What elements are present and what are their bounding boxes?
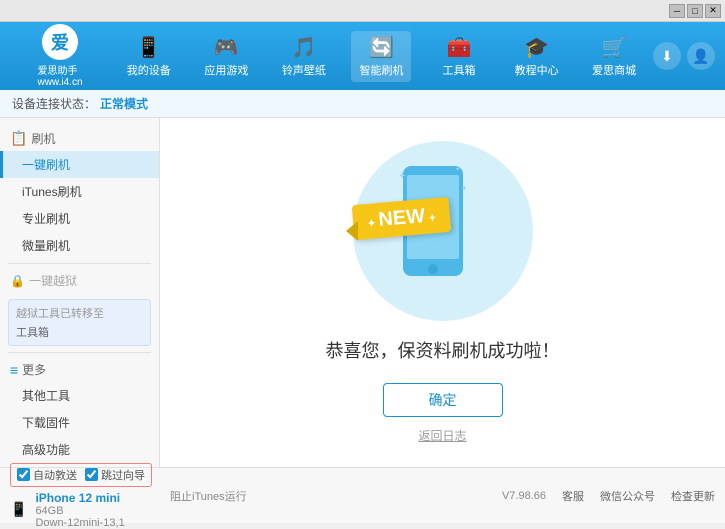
maximize-button[interactable]: □ — [687, 4, 703, 18]
user-button[interactable]: 👤 — [687, 42, 715, 70]
app-container: 爱 爱思助手 www.i4.cn 📱 我的设备 🎮 应用游戏 🎵 铃声壁纸 🔄 … — [0, 22, 725, 523]
bottom-center: 阻止iTunes运行 — [170, 487, 502, 505]
minimize-button[interactable]: ─ — [669, 4, 685, 18]
sidebar-item-advanced[interactable]: 高级功能 — [0, 436, 159, 463]
jailbreak-lock-icon: 🔒 — [10, 274, 25, 288]
check-update-link[interactable]: 检查更新 — [671, 488, 715, 504]
bottom-left: 自动敦送 跳过向导 📱 iPhone 12 mini 64GB Down-12m… — [10, 463, 170, 529]
sidebar-item-itunes-flash[interactable]: iTunes刷机 — [0, 178, 159, 205]
success-illustration: ✦ ✦ ✦ NEW — [343, 141, 543, 321]
main-panel: ✦ ✦ ✦ NEW 恭喜您，保资料刷机成功啦！ 确定 返回日志 — [160, 118, 725, 467]
nav-items: 📱 我的设备 🎮 应用游戏 🎵 铃声壁纸 🔄 智能刷机 🧰 工具箱 🎓 — [110, 31, 653, 82]
nav-my-device[interactable]: 📱 我的设备 — [119, 31, 179, 82]
top-nav: 爱 爱思助手 www.i4.cn 📱 我的设备 🎮 应用游戏 🎵 铃声壁纸 🔄 … — [0, 22, 725, 90]
device-icon: 📱 — [10, 501, 27, 518]
auto-connect-checkbox[interactable]: 自动敦送 — [17, 467, 77, 483]
sidebar-item-download-firmware[interactable]: 下载固件 — [0, 409, 159, 436]
nav-toolbox-icon: 🧰 — [447, 35, 472, 60]
wechat-link[interactable]: 微信公众号 — [600, 488, 655, 504]
skip-wizard-checkbox[interactable]: 跳过向导 — [85, 467, 145, 483]
nav-apps-games[interactable]: 🎮 应用游戏 — [196, 31, 256, 82]
sidebar-item-pro-flash[interactable]: 专业刷机 — [0, 205, 159, 232]
nav-ringtone-icon: 🎵 — [291, 35, 316, 60]
nav-shop[interactable]: 🛒 爱思商城 — [584, 31, 644, 82]
close-button[interactable]: ✕ — [705, 4, 721, 18]
confirm-button[interactable]: 确定 — [383, 383, 503, 417]
jailbreak-info-box: 越狱工具已转移至 工具箱 — [8, 299, 151, 346]
customer-service-link[interactable]: 客服 — [562, 488, 584, 504]
bottom-right: V7.98.66 客服 微信公众号 检查更新 — [502, 488, 715, 504]
sidebar-section-jailbreak: 🔒 一键越狱 — [0, 268, 159, 293]
sidebar-item-other-tools[interactable]: 其他工具 — [0, 382, 159, 409]
more-section-icon: ≡ — [10, 362, 18, 378]
title-bar: ─ □ ✕ — [0, 0, 725, 22]
svg-text:✦: ✦ — [461, 184, 468, 193]
svg-text:✦: ✦ — [455, 166, 460, 173]
checkbox-group: 自动敦送 跳过向导 — [10, 463, 152, 487]
logo-icon: 爱 — [42, 24, 78, 60]
return-link[interactable]: 返回日志 — [418, 427, 466, 444]
logo-text: 爱思助手 www.i4.cn — [37, 62, 82, 88]
nav-shop-icon: 🛒 — [602, 35, 627, 60]
sidebar-divider-2 — [8, 352, 151, 353]
svg-text:✦: ✦ — [398, 171, 406, 182]
sidebar-section-flash[interactable]: 📋 刷机 — [0, 126, 159, 151]
bottom-bar: 自动敦送 跳过向导 📱 iPhone 12 mini 64GB Down-12m… — [0, 467, 725, 523]
sidebar-section-more[interactable]: ≡ 更多 — [0, 357, 159, 382]
nav-apps-icon: 🎮 — [214, 35, 239, 60]
nav-tutorial-icon: 🎓 — [524, 35, 549, 60]
nav-right-buttons: ⬇ 👤 — [653, 42, 715, 70]
nav-toolbox[interactable]: 🧰 工具箱 — [429, 31, 489, 82]
sidebar-item-one-key-flash[interactable]: 一键刷机 — [0, 151, 159, 178]
nav-ringtone-wallpaper[interactable]: 🎵 铃声壁纸 — [274, 31, 334, 82]
flash-section-icon: 📋 — [10, 130, 27, 147]
success-text: 恭喜您，保资料刷机成功啦！ — [326, 337, 560, 363]
version-label: V7.98.66 — [502, 490, 546, 502]
nav-smart-flash-icon: 🔄 — [369, 35, 394, 60]
nav-smart-flash[interactable]: 🔄 智能刷机 — [351, 31, 411, 82]
sidebar-divider-1 — [8, 263, 151, 264]
itunes-status: 阻止iTunes运行 — [170, 491, 247, 503]
logo-area: 爱 爱思助手 www.i4.cn — [10, 24, 110, 88]
sidebar: 📋 刷机 一键刷机 iTunes刷机 专业刷机 微量刷机 🔒 一键越狱 — [0, 118, 160, 467]
nav-tutorial[interactable]: 🎓 教程中心 — [507, 31, 567, 82]
status-bar: 设备连接状态： 正常模式 — [0, 90, 725, 118]
skip-wizard-input[interactable] — [85, 468, 98, 481]
nav-my-device-icon: 📱 — [136, 35, 161, 60]
content-area: 📋 刷机 一键刷机 iTunes刷机 专业刷机 微量刷机 🔒 一键越狱 — [0, 118, 725, 467]
download-button[interactable]: ⬇ — [653, 42, 681, 70]
ribbon-decoration — [346, 221, 358, 241]
sidebar-item-save-flash[interactable]: 微量刷机 — [0, 232, 159, 259]
auto-connect-input[interactable] — [17, 468, 30, 481]
